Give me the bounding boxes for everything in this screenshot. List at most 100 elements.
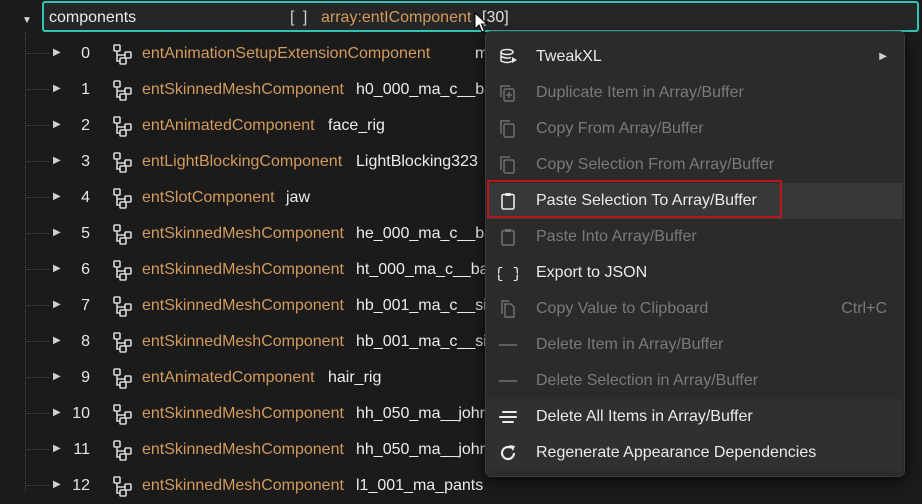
menu-item-label: Copy Value to Clipboard <box>536 300 709 317</box>
tree-connector <box>25 53 49 54</box>
chevron-right-icon[interactable]: ▶ <box>53 155 61 166</box>
menu-item-label: Delete All Items in Array/Buffer <box>536 408 753 425</box>
clipboard-icon <box>498 227 518 247</box>
menu-item-delete-item-in-array-buffer[interactable]: Delete Item in Array/Buffer <box>487 327 903 363</box>
copy-file-icon <box>498 299 518 319</box>
component-type: entSlotComponent <box>142 189 275 206</box>
row-index: 8 <box>81 333 90 350</box>
menu-item-delete-selection-in-array-buffer[interactable]: Delete Selection in Array/Buffer <box>487 363 903 399</box>
menu-item-label: Delete Selection in Array/Buffer <box>536 372 759 389</box>
component-name: he_000_ma_c__bas <box>356 225 502 242</box>
component-tree-icon <box>112 187 134 209</box>
component-name: ht_000_ma_c__bas <box>356 261 497 278</box>
highlight-box <box>487 180 782 218</box>
tree-connector <box>25 269 49 270</box>
component-name: face_rig <box>328 117 385 134</box>
duplicate-icon <box>498 83 518 103</box>
menu-item-regenerate-appearance-dependencies[interactable]: Regenerate Appearance Dependencies <box>487 435 903 471</box>
component-tree-icon <box>112 223 134 245</box>
menu-item-copy-from-array-buffer[interactable]: Copy From Array/Buffer <box>487 111 903 147</box>
chevron-down-icon[interactable]: ▼ <box>22 16 32 26</box>
component-name: hh_050_ma__john <box>356 405 489 422</box>
tree-connector <box>25 233 49 234</box>
property-type: array:entIComponent <box>321 9 472 26</box>
mouse-cursor-icon <box>474 12 488 33</box>
tree-connector <box>25 449 49 450</box>
chevron-right-icon[interactable]: ▶ <box>53 191 61 202</box>
row-index: 7 <box>81 297 90 314</box>
component-tree-icon <box>112 115 134 137</box>
chevron-right-icon[interactable]: ▶ <box>53 119 61 130</box>
menu-item-copy-value-to-clipboard[interactable]: Copy Value to Clipboard Ctrl+C <box>487 291 903 327</box>
menu-item-label: TweakXL <box>536 48 602 65</box>
component-type: entSkinnedMeshComponent <box>142 333 344 350</box>
tree-connector <box>25 89 49 90</box>
component-type: entSkinnedMeshComponent <box>142 261 344 278</box>
menu-item-tweakxl[interactable]: TweakXL ▶ <box>487 39 903 75</box>
component-type: entSkinnedMeshComponent <box>142 405 344 422</box>
component-type: entSkinnedMeshComponent <box>142 81 344 98</box>
chevron-right-icon[interactable]: ▶ <box>53 371 61 382</box>
row-index: 1 <box>81 81 90 98</box>
component-name: hb_001_ma_c__silv <box>356 297 499 314</box>
component-tree-icon <box>112 43 134 65</box>
row-index: 0 <box>81 45 90 62</box>
context-menu: TweakXL ▶ Duplicate Item in Array/Buffer Co… <box>485 31 905 477</box>
menu-item-paste-into-array-buffer[interactable]: Paste Into Array/Buffer <box>487 219 903 255</box>
array-brackets-icon: [ ] <box>290 9 310 26</box>
row-index: 6 <box>81 261 90 278</box>
component-name: hair_rig <box>328 369 382 386</box>
menu-item-export-to-json[interactable]: { } Export to JSON <box>487 255 903 291</box>
json-braces-icon: { } <box>494 263 521 283</box>
row-index: 5 <box>81 225 90 242</box>
menu-item-label: Paste Into Array/Buffer <box>536 228 697 245</box>
menu-item-label: Regenerate Appearance Dependencies <box>536 444 817 461</box>
component-type: entAnimatedComponent <box>142 369 315 386</box>
menu-item-label: Copy Selection From Array/Buffer <box>536 156 775 173</box>
chevron-right-icon[interactable]: ▶ <box>53 299 61 310</box>
submenu-arrow-icon: ▶ <box>879 51 887 62</box>
component-tree-icon <box>112 79 134 101</box>
svg-text:{ }: { } <box>498 266 518 283</box>
chevron-right-icon[interactable]: ▶ <box>53 335 61 346</box>
copy-icon <box>498 119 518 139</box>
component-tree-icon <box>112 259 134 281</box>
component-type: entSkinnedMeshComponent <box>142 477 344 494</box>
component-type: entLightBlockingComponent <box>142 153 343 170</box>
dash-icon <box>498 371 518 391</box>
tree-connector <box>25 377 49 378</box>
row-index: 4 <box>81 189 90 206</box>
chevron-right-icon[interactable]: ▶ <box>53 263 61 274</box>
component-type: entAnimationSetupExtensionComponent <box>142 45 431 62</box>
chevron-right-icon[interactable]: ▶ <box>53 227 61 238</box>
row-index: 3 <box>81 153 90 170</box>
component-tree-icon <box>112 403 134 425</box>
tree-connector <box>25 161 49 162</box>
component-tree-icon <box>112 331 134 353</box>
chevron-right-icon[interactable]: ▶ <box>53 479 61 490</box>
component-type: entSkinnedMeshComponent <box>142 297 344 314</box>
component-name: LightBlocking323 <box>356 153 478 170</box>
shortcut-label: Ctrl+C <box>841 300 887 317</box>
refresh-icon <box>498 443 518 463</box>
row-index: 9 <box>81 369 90 386</box>
menu-item-duplicate-item-in-array-buffer[interactable]: Duplicate Item in Array/Buffer <box>487 75 903 111</box>
chevron-right-icon[interactable]: ▶ <box>53 443 61 454</box>
property-name: components <box>49 9 137 26</box>
menu-item-copy-selection-from-array-buffer[interactable]: Copy Selection From Array/Buffer <box>487 147 903 183</box>
component-tree-icon <box>112 295 134 317</box>
component-type: entSkinnedMeshComponent <box>142 225 344 242</box>
chevron-right-icon[interactable]: ▶ <box>53 47 61 58</box>
row-index: 10 <box>72 405 90 422</box>
lines-icon <box>498 407 518 427</box>
chevron-right-icon[interactable]: ▶ <box>53 407 61 418</box>
component-tree-icon <box>112 367 134 389</box>
menu-item-label: Export to JSON <box>536 264 648 281</box>
menu-item-delete-all-items-in-array-buffer[interactable]: Delete All Items in Array/Buffer <box>487 399 903 435</box>
component-tree-icon <box>112 439 134 461</box>
menu-item-label: Copy From Array/Buffer <box>536 120 704 137</box>
chevron-right-icon[interactable]: ▶ <box>53 83 61 94</box>
tree-connector <box>25 197 49 198</box>
component-tree-icon <box>112 475 134 497</box>
tweakxl-icon <box>498 47 518 67</box>
